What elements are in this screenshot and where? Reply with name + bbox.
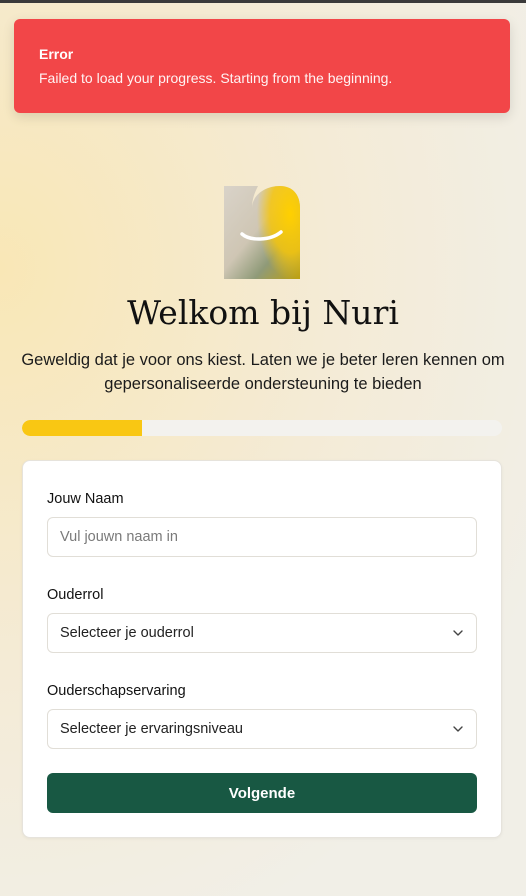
error-toast: Error Failed to load your progress. Star… [14,19,510,113]
experience-select[interactable]: Selecteer je ervaringsniveau [47,709,477,749]
role-label: Ouderrol [47,587,104,603]
role-select[interactable]: Selecteer je ouderrol [47,613,477,653]
progress-bar [22,420,502,436]
onboarding-form-card: Jouw Naam Ouderrol Selecteer je ouderrol… [22,460,502,838]
role-select-value: Selecteer je ouderrol [60,625,194,641]
toast-title: Error [39,46,74,62]
chevron-down-icon [452,627,464,639]
toast-message: Failed to load your progress. Starting f… [39,70,393,86]
nuri-logo-icon [224,186,301,279]
page-subtitle: Geweldig dat je voor ons kiest. Laten we… [21,351,505,393]
name-input[interactable] [47,517,477,557]
experience-label: Ouderschapservaring [47,683,186,699]
top-bar [0,0,526,3]
chevron-down-icon [452,723,464,735]
page-title: Welkom bij Nuri [127,293,399,332]
progress-fill [22,420,142,436]
experience-select-value: Selecteer je ervaringsniveau [60,721,243,737]
next-button[interactable]: Volgende [47,773,477,813]
name-label: Jouw Naam [47,491,124,507]
